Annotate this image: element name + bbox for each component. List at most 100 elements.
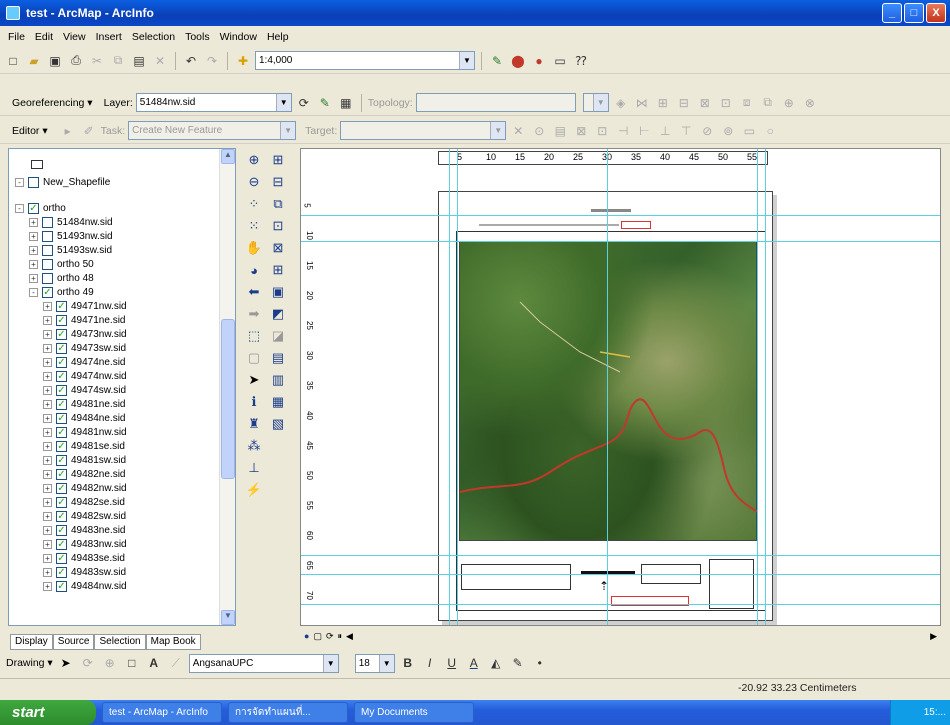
copy-icon[interactable]: ⧉ <box>109 52 127 70</box>
expand-icon[interactable]: + <box>43 567 52 577</box>
toc-layer-item[interactable]: + ✓ 49473nw.sid <box>43 327 127 341</box>
map-subtitle-text[interactable] <box>479 224 619 226</box>
delete-icon[interactable]: ✕ <box>151 52 169 70</box>
layer-visibility-checkbox[interactable]: ✓ <box>56 440 67 452</box>
expand-icon[interactable]: + <box>43 497 52 507</box>
toc-layer-item[interactable]: + ✓ 49483sw.sid <box>43 565 126 579</box>
menu-insert[interactable]: Insert <box>96 31 122 43</box>
topology-tool-1-icon[interactable]: ⋈ <box>633 94 651 112</box>
taskbar-item-arcmap[interactable]: test - ArcMap - ArcInfo <box>102 702 222 723</box>
chevron-down-icon[interactable]: ▼ <box>275 94 291 111</box>
layout-guide[interactable] <box>449 149 450 625</box>
layout-fixed-zoom-out-icon[interactable]: ⊠ <box>268 238 288 258</box>
toggle-draft-mode-icon[interactable]: ◩ <box>268 304 288 324</box>
expand-icon[interactable]: + <box>43 399 52 409</box>
menu-file[interactable]: File <box>8 31 25 43</box>
toc-layer-item[interactable]: + ✓ 49483nw.sid <box>43 537 127 551</box>
expand-icon[interactable]: + <box>43 315 52 325</box>
select-elements-icon[interactable]: ➤ <box>57 654 75 672</box>
collapse-icon[interactable]: - <box>29 287 38 297</box>
expand-icon[interactable]: + <box>43 343 52 353</box>
focus-data-frame-icon[interactable]: ◪ <box>268 326 288 346</box>
layer-visibility-checkbox[interactable]: ✓ <box>28 202 39 214</box>
menu-selection[interactable]: Selection <box>132 31 175 43</box>
layer-visibility-checkbox[interactable]: ✓ <box>56 524 67 536</box>
line-color-icon[interactable]: ✎ <box>509 654 527 672</box>
menu-window[interactable]: Window <box>220 31 257 43</box>
scroll-left-icon[interactable]: ◀ <box>346 631 353 642</box>
layout-zoom-out-icon[interactable]: ⊟ <box>268 172 288 192</box>
layer-combo[interactable]: 51484nw.sid ▼ <box>135 93 292 112</box>
layout-guide[interactable] <box>301 241 940 242</box>
layout-zoom-in-icon[interactable]: ⊞ <box>268 150 288 170</box>
advanced-edit-6-icon[interactable]: ⊘ <box>698 122 716 140</box>
chevron-down-icon[interactable]: ▼ <box>378 654 394 672</box>
go-to-xy-icon[interactable]: ⁂ <box>244 436 264 456</box>
layout-guide[interactable] <box>765 149 766 625</box>
layer-visibility-checkbox[interactable]: ✓ <box>56 510 67 522</box>
layer-visibility-checkbox[interactable]: ✓ <box>56 398 67 410</box>
editor-menu[interactable]: Editor ▾ <box>12 125 48 137</box>
topology-edit-icon[interactable]: ◈ <box>612 94 630 112</box>
topology-tool-7-icon[interactable]: ⧉ <box>759 94 777 112</box>
layout-guide[interactable] <box>607 149 608 625</box>
toc-layer-item[interactable]: + ✓ 49484ne.sid <box>43 411 126 425</box>
task-combo[interactable]: Create New Feature ▼ <box>128 121 297 140</box>
expand-icon[interactable]: + <box>43 413 52 423</box>
whats-this-icon[interactable]: ⁇ <box>572 52 590 70</box>
arctoolbox-icon[interactable]: ⬤ <box>509 52 527 70</box>
chevron-down-icon[interactable]: ▼ <box>592 94 608 111</box>
expand-icon[interactable]: + <box>43 511 52 521</box>
toc-layer-item[interactable]: + ✓ 49483ne.sid <box>43 523 126 537</box>
advanced-edit-2-icon[interactable]: ⊣ <box>614 122 632 140</box>
scroll-up-icon[interactable]: ▲ <box>221 149 235 164</box>
expand-icon[interactable]: + <box>29 231 38 241</box>
expand-icon[interactable]: + <box>29 273 38 283</box>
layer-visibility-checkbox[interactable]: ✓ <box>56 314 67 326</box>
back-arrow-icon[interactable]: ⬅ <box>244 282 264 302</box>
expand-icon[interactable]: + <box>43 371 52 381</box>
advanced-edit-4-icon[interactable]: ⊥ <box>656 122 674 140</box>
topology-tool-2-icon[interactable]: ⊞ <box>654 94 672 112</box>
scroll-thumb[interactable] <box>221 319 235 479</box>
layout-view-icon[interactable]: ▢ <box>313 631 322 642</box>
layout-scrollbar[interactable]: ● ▢ ⟳ ⏸ ◀ ▶ <box>300 628 941 644</box>
arccatalog-icon[interactable]: ● <box>530 52 548 70</box>
toc-layer-item[interactable]: + ✓ 49483se.sid <box>43 551 125 565</box>
marker-color-icon[interactable]: • <box>531 654 549 672</box>
zoom-to-selected-icon[interactable]: ⊕ <box>101 654 119 672</box>
toc-layer-item[interactable]: +51493nw.sid <box>29 229 113 243</box>
layer-visibility-checkbox[interactable]: ✓ <box>56 482 67 494</box>
font-color-icon[interactable]: A <box>465 654 483 672</box>
scroll-right-icon[interactable]: ▶ <box>930 631 937 642</box>
layer-visibility-checkbox[interactable]: ✓ <box>56 454 67 466</box>
toc-layer-item[interactable]: + ✓ 49471ne.sid <box>43 313 126 327</box>
toc-layer-item[interactable]: + ✓ 49481se.sid <box>43 439 125 453</box>
fill-color-icon[interactable]: ◭ <box>487 654 505 672</box>
red-title-box[interactable] <box>621 221 651 229</box>
menu-edit[interactable]: Edit <box>35 31 53 43</box>
zoom-in-icon[interactable]: ⊕ <box>244 150 264 170</box>
taskbar-item-my-documents[interactable]: My Documents <box>354 702 474 723</box>
layout-guide[interactable] <box>457 149 458 625</box>
expand-icon[interactable]: + <box>29 245 38 255</box>
expand-icon[interactable]: + <box>43 469 52 479</box>
toc-layer-item[interactable]: + ✓ 49473sw.sid <box>43 341 126 355</box>
expand-icon[interactable]: + <box>43 301 52 311</box>
advanced-edit-5-icon[interactable]: ⊤ <box>677 122 695 140</box>
advanced-edit-8-icon[interactable]: ▭ <box>740 122 758 140</box>
expand-icon[interactable]: + <box>43 329 52 339</box>
advanced-edit-1-icon[interactable]: ⊡ <box>593 122 611 140</box>
previous-extent-icon[interactable]: ▥ <box>268 370 288 390</box>
chevron-down-icon[interactable]: ▼ <box>459 52 474 69</box>
toc-layer-item[interactable]: + ✓ 49482sw.sid <box>43 509 126 523</box>
hyperlink-icon[interactable]: ⚡ <box>244 480 264 500</box>
layer-visibility-checkbox[interactable]: ✓ <box>56 412 67 424</box>
forward-arrow-icon[interactable]: ➡ <box>244 304 264 324</box>
toc-layer-item[interactable]: + ✓ 49482nw.sid <box>43 481 127 495</box>
layer-visibility-checkbox[interactable]: ✓ <box>56 300 67 312</box>
orthophoto-data-frame[interactable] <box>459 241 758 541</box>
select-elements-arrow-icon[interactable]: ➤ <box>244 370 264 390</box>
underline-icon[interactable]: U <box>443 654 461 672</box>
data-view-icon[interactable]: ● <box>304 631 309 641</box>
